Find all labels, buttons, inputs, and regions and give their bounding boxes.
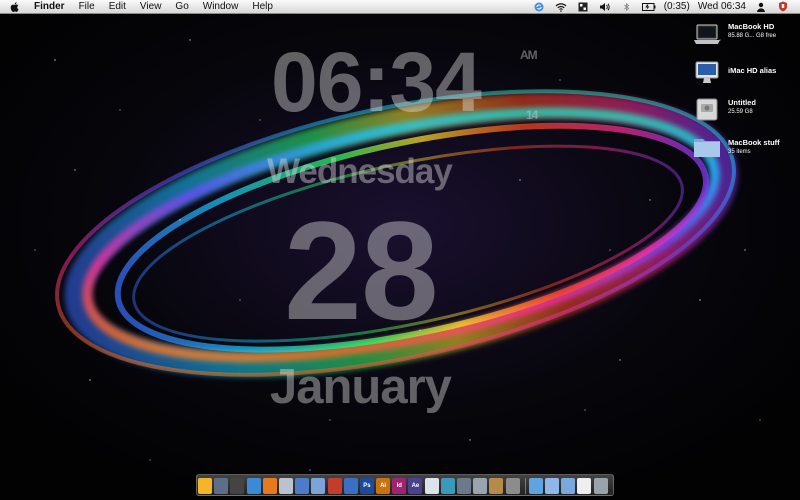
dashboard-icon[interactable] [214, 478, 229, 494]
battery-time[interactable]: (0:35) [664, 0, 690, 14]
dock-items: Ps Ai Id Ae [198, 475, 610, 494]
desktop-icon-macbook-hd[interactable]: MacBook HD 85.88 G... G8 free [693, 22, 797, 52]
menu-window[interactable]: Window [196, 0, 246, 14]
box-icon[interactable] [489, 478, 504, 494]
document-icon[interactable] [577, 478, 592, 494]
desktop-icon-detail: 85.88 G... G8 free [728, 33, 777, 39]
mail-icon[interactable] [278, 478, 293, 494]
imac-icon [695, 61, 719, 85]
bluetooth-icon[interactable] [620, 2, 634, 12]
shield-icon[interactable] [776, 1, 790, 12]
menu-view[interactable]: View [133, 0, 169, 14]
trash-icon[interactable] [593, 478, 608, 494]
apple-menu-icon[interactable] [9, 1, 21, 13]
illustrator-icon[interactable]: Ai [376, 478, 391, 494]
volume-icon[interactable] [598, 2, 612, 12]
dock-separator [524, 478, 526, 494]
battery-icon[interactable] [641, 2, 656, 12]
photoshop-icon[interactable]: Ps [359, 478, 374, 494]
ichat-icon[interactable] [311, 478, 326, 494]
macbook-icon [694, 24, 720, 44]
folder-icon[interactable] [544, 478, 559, 494]
app-menu-finder[interactable]: Finder [27, 0, 72, 14]
safari-icon[interactable] [246, 478, 261, 494]
clock-month: January [270, 360, 452, 414]
textedit-icon[interactable] [457, 478, 471, 494]
desktop-icon-label: iMac HD alias [728, 66, 777, 75]
finder-icon[interactable] [198, 478, 212, 494]
desktop-icon-detail: 25.59 G8 [728, 109, 753, 115]
people-icon[interactable] [327, 478, 342, 494]
clock-seconds: 14 [526, 108, 538, 122]
desktop-icon-macbook-stuff[interactable]: MacBook stuff 35 items [693, 134, 797, 164]
folder-icon [694, 139, 720, 157]
wifi-icon[interactable] [554, 2, 568, 12]
clock-weekday: Wednesday [267, 152, 453, 191]
user-icon[interactable] [754, 2, 768, 12]
drive-icon [696, 98, 718, 121]
menu-help[interactable]: Help [245, 0, 280, 14]
desktop-icon-untitled[interactable]: Untitled 25.59 G8 [693, 96, 797, 126]
clock-time: 06:34 [271, 35, 482, 129]
colorsync-icon[interactable] [440, 478, 455, 494]
preview-icon[interactable] [343, 478, 358, 494]
spaces-icon[interactable] [576, 2, 590, 12]
calendar-icon[interactable] [424, 478, 439, 494]
documents-icon[interactable] [561, 478, 576, 494]
menu-go[interactable]: Go [168, 0, 195, 14]
clock-ampm: AM [520, 48, 538, 62]
clock-icon[interactable] [230, 478, 245, 494]
desktop-icon-label: MacBook HD [728, 22, 775, 31]
menu-file[interactable]: File [72, 0, 102, 14]
desktop-icon-label: MacBook stuff [728, 138, 780, 147]
clock-day: 28 [284, 192, 439, 349]
firefox-icon[interactable] [262, 478, 277, 494]
preferences-icon[interactable] [505, 478, 520, 494]
indesign-icon[interactable]: Id [392, 478, 407, 494]
sync-icon[interactable] [532, 2, 546, 12]
menubar-clock[interactable]: Wed 06:34 [698, 0, 746, 14]
downloads-icon[interactable] [528, 478, 543, 494]
desktop-icon-label: Untitled [728, 98, 756, 107]
menu-bar: Finder File Edit View Go Window Help (0:… [0, 0, 800, 14]
menu-edit[interactable]: Edit [102, 0, 133, 14]
aftereffects-icon[interactable]: Ae [408, 478, 423, 494]
macbook-icon[interactable] [473, 478, 488, 494]
desktop-icon-imac-hd-alias[interactable]: iMac HD alias [693, 60, 797, 90]
itunes-icon[interactable] [295, 478, 310, 494]
desktop-icon-detail: 35 items [728, 149, 751, 155]
